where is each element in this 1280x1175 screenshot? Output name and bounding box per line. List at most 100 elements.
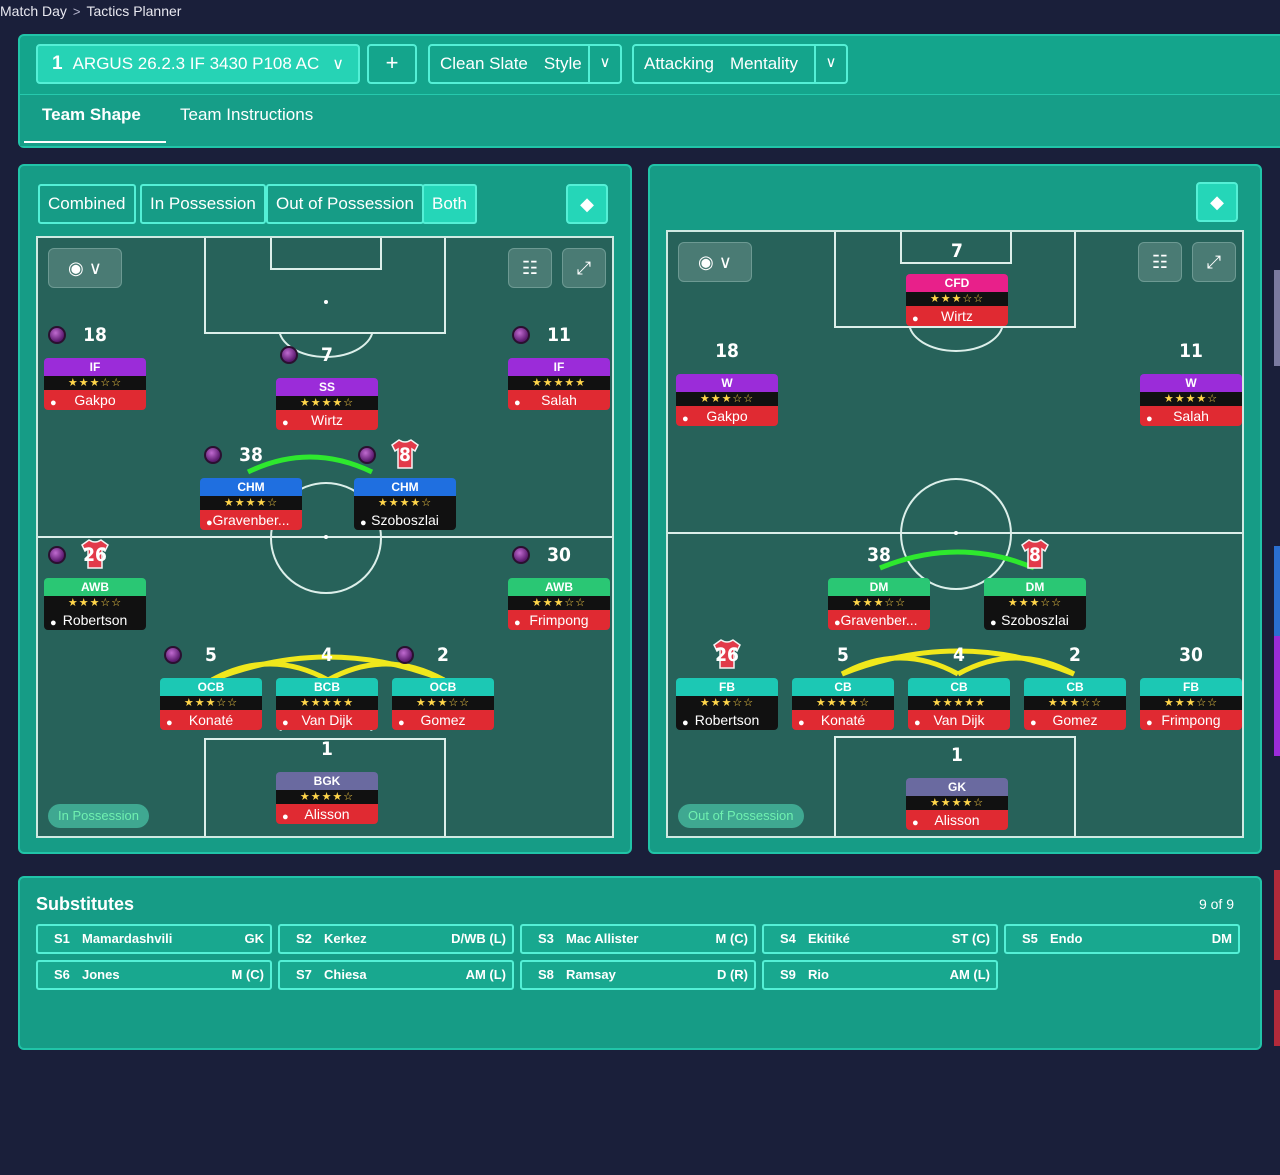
person-icon: ● bbox=[682, 413, 689, 425]
tactic-selector[interactable]: 1 ARGUS 26.2.3 IF 3430 P108 AC ∨ bbox=[36, 44, 360, 84]
diamond-icon[interactable]: ◆ bbox=[1196, 182, 1238, 222]
right-player-card[interactable]: 18 W ★★★☆☆ ● Gakpo bbox=[676, 340, 778, 426]
left-player-card[interactable]: 5 OCB ★★★☆☆ ● Konaté bbox=[160, 644, 262, 730]
substitute-item[interactable]: S8 Ramsay D (R) bbox=[520, 960, 756, 990]
mentality-dropdown[interactable]: Attacking Mentality ∨ bbox=[632, 44, 848, 84]
substitute-item[interactable]: S9 Rio AM (L) bbox=[762, 960, 998, 990]
right-player-card[interactable]: 38 DM ★★★☆☆ ● Gravenber... bbox=[828, 544, 930, 630]
player-name: ● Konaté bbox=[160, 710, 262, 730]
player-role: SS bbox=[276, 378, 378, 396]
player-name-text: Wirtz bbox=[941, 308, 973, 324]
right-player-card[interactable]: 2 CB ★★★☆☆ ● Gomez bbox=[1024, 644, 1126, 730]
player-name-text: Gakpo bbox=[706, 408, 748, 424]
left-player-card[interactable]: 38 CHM ★★★★☆ ● Gravenber... bbox=[200, 444, 302, 530]
shirt-number: 38 bbox=[239, 444, 263, 466]
breadcrumb-match-day[interactable]: Match Day bbox=[0, 3, 67, 19]
left-player-card[interactable]: 1 BGK ★★★★☆ ● Alisson bbox=[276, 738, 378, 824]
filter-in-possession[interactable]: In Possession bbox=[140, 184, 266, 224]
right-player-card[interactable]: 26 FB ★★★☆☆ ● Robertson bbox=[676, 639, 778, 730]
shirt-number: 38 bbox=[867, 544, 891, 566]
chevron-down-icon[interactable]: ∨ bbox=[588, 46, 620, 82]
substitute-item[interactable]: S6 Jones M (C) bbox=[36, 960, 272, 990]
substitute-name: Mac Allister bbox=[566, 931, 639, 946]
grid-icon[interactable]: ☷ bbox=[508, 248, 552, 288]
left-player-card[interactable]: 18 IF ★★★☆☆ ● Gakpo bbox=[44, 324, 146, 410]
edge-accent bbox=[1274, 636, 1280, 756]
substitute-item[interactable]: S7 Chiesa AM (L) bbox=[278, 960, 514, 990]
player-name-text: Alisson bbox=[934, 812, 980, 828]
filter-combined[interactable]: Combined bbox=[38, 184, 136, 224]
right-shape-panel: ◆ ◉ ∨ ☷ ⤢ 7 CFD ★★★☆☆ ● Wirtz 18 W ★★★☆☆ ● Gakpo 1… bbox=[648, 164, 1262, 854]
substitute-position: AM (L) bbox=[465, 967, 506, 982]
substitute-item[interactable]: S5 Endo DM bbox=[1004, 924, 1240, 954]
person-icon: ● bbox=[514, 397, 521, 409]
breadcrumb: Match Day > Tactics Planner bbox=[0, 3, 181, 19]
substitute-item[interactable]: S2 Kerkez D/WB (L) bbox=[278, 924, 514, 954]
grid-icon[interactable]: ☷ bbox=[1138, 242, 1182, 282]
substitute-name: Ramsay bbox=[566, 967, 616, 982]
person-icon: ● bbox=[166, 717, 173, 729]
right-player-card[interactable]: 4 CB ★★★★★ ● Van Dijk bbox=[908, 644, 1010, 730]
substitute-item[interactable]: S3 Mac Allister M (C) bbox=[520, 924, 756, 954]
right-player-card[interactable]: 5 CB ★★★★☆ ● Konaté bbox=[792, 644, 894, 730]
role-suitability-stars: ★★★★★ bbox=[276, 696, 378, 710]
expand-icon[interactable]: ⤢ bbox=[1192, 242, 1236, 282]
player-name-text: Salah bbox=[541, 392, 577, 408]
substitutes-count: 9 of 9 bbox=[1198, 896, 1234, 912]
right-player-card[interactable]: 8 DM ★★★☆☆ ● Szoboszlai bbox=[984, 539, 1086, 630]
tab-team-shape[interactable]: Team Shape bbox=[38, 105, 145, 125]
player-role: BCB bbox=[276, 678, 378, 696]
substitute-item[interactable]: S1 Mamardashvili GK bbox=[36, 924, 272, 954]
substitute-name: Kerkez bbox=[324, 931, 367, 946]
eye-icon[interactable]: ◉ ∨ bbox=[48, 248, 122, 288]
add-tactic-button[interactable]: + bbox=[367, 44, 417, 84]
left-player-card[interactable]: 30 AWB ★★★☆☆ ● Frimpong bbox=[508, 544, 610, 630]
person-icon: ● bbox=[206, 517, 213, 529]
person-icon: ● bbox=[912, 817, 919, 829]
left-player-card[interactable]: 2 OCB ★★★☆☆ ● Gomez bbox=[392, 644, 494, 730]
player-role: OCB bbox=[160, 678, 262, 696]
filter-both[interactable]: Both bbox=[422, 184, 477, 224]
shirt-number: 1 bbox=[951, 744, 963, 766]
substitute-slot: S1 bbox=[54, 931, 70, 946]
player-name-text: Frimpong bbox=[1161, 712, 1221, 728]
right-player-card[interactable]: 11 W ★★★★☆ ● Salah bbox=[1140, 340, 1242, 426]
person-icon: ● bbox=[912, 313, 919, 325]
filter-out-of-possession[interactable]: Out of Possession bbox=[266, 184, 424, 224]
substitute-position: D/WB (L) bbox=[451, 931, 506, 946]
left-player-card[interactable]: 11 IF ★★★★★ ● Salah bbox=[508, 324, 610, 410]
shirt-number: 11 bbox=[1179, 340, 1203, 362]
role-suitability-stars: ★★★☆☆ bbox=[508, 596, 610, 610]
eye-icon[interactable]: ◉ ∨ bbox=[678, 242, 752, 282]
substitute-item[interactable]: S4 Ekitiké ST (C) bbox=[762, 924, 998, 954]
left-player-card[interactable]: 26 AWB ★★★☆☆ ● Robertson bbox=[44, 539, 146, 630]
left-player-card[interactable]: 7 SS ★★★★☆ ● Wirtz bbox=[276, 344, 378, 430]
shirt-number: 18 bbox=[715, 340, 739, 362]
player-name-text: Gomez bbox=[420, 712, 466, 728]
left-player-card[interactable]: 8 CHM ★★★★☆ ● Szoboszlai bbox=[354, 439, 456, 530]
shirt-number: 7 bbox=[321, 344, 333, 366]
player-role: BGK bbox=[276, 772, 378, 790]
right-player-card[interactable]: 1 GK ★★★★☆ ● Alisson bbox=[906, 744, 1008, 830]
expand-icon[interactable]: ⤢ bbox=[562, 248, 606, 288]
player-name: ● Robertson bbox=[44, 610, 146, 630]
player-name: ● Alisson bbox=[276, 804, 378, 824]
right-player-card[interactable]: 30 FB ★★★☆☆ ● Frimpong bbox=[1140, 644, 1242, 730]
role-suitability-stars: ★★★☆☆ bbox=[676, 696, 778, 710]
shirt-number: 11 bbox=[547, 324, 571, 346]
substitute-slot: S6 bbox=[54, 967, 70, 982]
substitute-name: Endo bbox=[1050, 931, 1083, 946]
shirt-number: 26 bbox=[83, 544, 107, 566]
player-name-text: Konaté bbox=[820, 712, 866, 728]
style-dropdown[interactable]: Clean Slate Style ∨ bbox=[428, 44, 622, 84]
person-icon: ● bbox=[682, 717, 689, 729]
player-name: ● Alisson bbox=[906, 810, 1008, 830]
shirt-number: 5 bbox=[205, 644, 217, 666]
diamond-icon[interactable]: ◆ bbox=[566, 184, 608, 224]
tab-team-instructions[interactable]: Team Instructions bbox=[176, 105, 317, 125]
left-player-card[interactable]: 4 BCB ★★★★★ ● Van Dijk bbox=[276, 644, 378, 730]
chevron-down-icon[interactable]: ∨ bbox=[814, 46, 846, 82]
player-role: CB bbox=[908, 678, 1010, 696]
chevron-down-icon: ∨ bbox=[332, 56, 344, 73]
right-player-card[interactable]: 7 CFD ★★★☆☆ ● Wirtz bbox=[906, 240, 1008, 326]
